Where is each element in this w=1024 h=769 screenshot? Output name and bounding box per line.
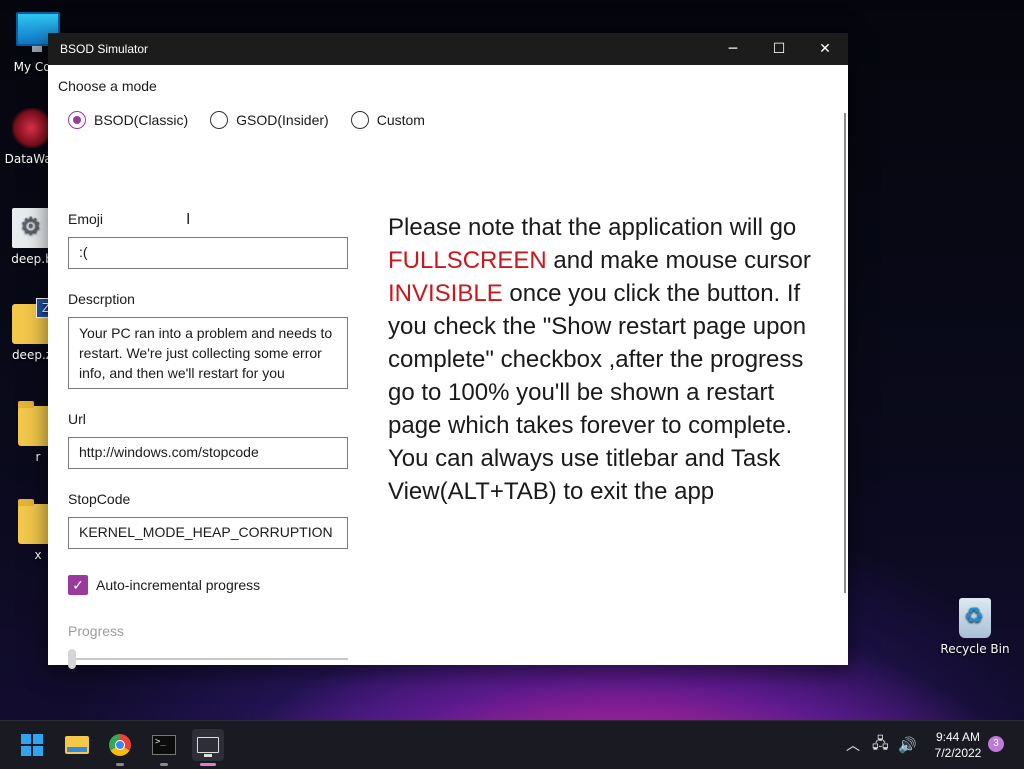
notice-part-2: and make mouse cursor: [546, 247, 811, 274]
title-bar[interactable]: BSOD Simulator ─ ☐ ✕: [48, 33, 848, 65]
stopcode-input[interactable]: KERNEL_MODE_HEAP_CORRUPTION: [68, 517, 348, 549]
emoji-label: Emoji: [68, 211, 104, 227]
settings-file-icon: [12, 208, 52, 248]
window-content: Choose a mode BSOD(Classic) GSOD(Insider…: [48, 65, 848, 669]
notice-part-3: once you click the button. If you check …: [388, 280, 807, 505]
window-title: BSOD Simulator: [60, 42, 149, 56]
url-label: Url: [68, 411, 86, 427]
clock[interactable]: 9:44 AM 7/2/2022: [928, 729, 988, 761]
taskbar-file-explorer[interactable]: [61, 729, 93, 761]
auto-progress-checkbox[interactable]: ✓ Auto-incremental progress: [68, 575, 260, 595]
notification-badge[interactable]: 3: [988, 736, 1004, 752]
radio-selected-icon: [68, 111, 86, 129]
start-button[interactable]: [16, 729, 48, 761]
volume-button[interactable]: 🔊: [898, 721, 917, 769]
taskbar: >_ ︿ 🖧 🔊 9:44 AM 7/2/2022: [0, 720, 1024, 769]
tray-overflow-button[interactable]: ︿: [846, 721, 860, 769]
url-input[interactable]: http://windows.com/stopcode: [68, 437, 348, 469]
description-label: Descrption: [68, 291, 135, 307]
description-textarea[interactable]: Your PC ran into a problem and needs to …: [68, 317, 348, 389]
progress-slider-track[interactable]: [68, 658, 348, 660]
chevron-up-icon: ︿: [846, 738, 860, 754]
notice-text: Please note that the application will go…: [388, 211, 833, 508]
taskbar-bsod-simulator[interactable]: [192, 729, 224, 766]
desktop-icon-label: Recycle Bin: [940, 642, 1010, 656]
file-explorer-icon: [65, 736, 89, 754]
close-icon: ✕: [819, 41, 831, 57]
checkmark-icon: ✓: [68, 575, 88, 595]
mode-heading: Choose a mode: [58, 78, 157, 94]
radio-label: GSOD(Insider): [236, 112, 329, 128]
chrome-icon: [109, 734, 131, 756]
network-icon: 🖧: [872, 733, 889, 752]
radio-unselected-icon: [350, 111, 369, 129]
zip-folder-icon: [12, 298, 56, 344]
app-icon: [12, 108, 52, 148]
checkbox-label: Auto-incremental progress: [96, 577, 261, 593]
notice-highlight-invisible: INVISIBLE: [388, 280, 503, 307]
radio-unselected-icon: [210, 111, 229, 129]
radio-gsod-insider[interactable]: GSOD(Insider): [210, 111, 329, 129]
close-button[interactable]: ✕: [802, 33, 848, 65]
text-cursor-icon: I: [186, 210, 191, 228]
volume-icon: 🔊: [898, 736, 917, 754]
notice-part-1: Please note that the application will go: [388, 214, 797, 241]
terminal-icon: >_: [152, 735, 176, 755]
mode-radio-group: BSOD(Classic) GSOD(Insider) Custom: [68, 111, 425, 129]
taskbar-chrome[interactable]: [104, 729, 136, 766]
progress-label: Progress: [68, 623, 125, 639]
minimize-button[interactable]: ─: [710, 33, 756, 65]
clock-time: 9:44 AM: [935, 730, 981, 744]
maximize-icon: ☐: [772, 41, 786, 57]
progress-slider-thumb[interactable]: [68, 649, 76, 669]
radio-custom[interactable]: Custom: [350, 111, 425, 129]
recycle-bin-icon: [959, 598, 991, 638]
emoji-input[interactable]: :(: [68, 237, 348, 269]
radio-label: Custom: [376, 112, 425, 128]
running-indicator: [160, 763, 168, 766]
radio-bsod-classic[interactable]: BSOD(Classic): [68, 111, 188, 129]
taskbar-terminal[interactable]: >_: [148, 729, 180, 766]
notice-highlight-fullscreen: FULLSCREEN: [388, 247, 547, 274]
stopcode-label: StopCode: [68, 491, 131, 507]
scrollbar[interactable]: [844, 113, 846, 593]
maximize-button[interactable]: ☐: [756, 33, 802, 65]
radio-label: BSOD(Classic): [94, 112, 189, 128]
active-indicator: [200, 763, 216, 766]
bsod-simulator-icon: [197, 737, 219, 757]
minimize-icon: ─: [728, 41, 738, 57]
desktop-icon-recycle-bin[interactable]: Recycle Bin: [940, 598, 1010, 656]
bsod-simulator-window: BSOD Simulator ─ ☐ ✕ Choose a mode BSOD(…: [48, 33, 848, 669]
clock-date: 7/2/2022: [934, 746, 982, 760]
running-indicator: [116, 763, 124, 766]
start-icon: [21, 734, 43, 756]
network-button[interactable]: 🖧: [872, 721, 889, 769]
